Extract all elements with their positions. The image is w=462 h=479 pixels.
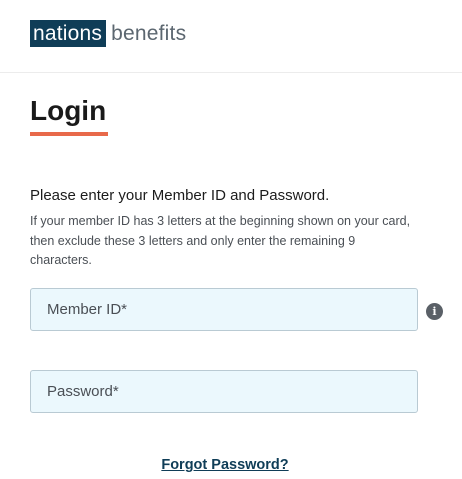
logo-primary-text: nations bbox=[30, 20, 107, 47]
nations-benefits-logo[interactable]: nations benefits bbox=[30, 20, 186, 47]
title-underline bbox=[30, 132, 108, 136]
logo-secondary-text: benefits bbox=[111, 22, 187, 45]
member-id-input[interactable] bbox=[30, 288, 418, 331]
page-title: Login bbox=[30, 95, 107, 126]
forgot-password-link[interactable]: Forgot Password? bbox=[0, 455, 450, 475]
member-id-help-text: If your member ID has 3 letters at the b… bbox=[30, 214, 411, 267]
site-header: nations benefits bbox=[0, 0, 462, 73]
login-page: nations benefits Login Please enter your… bbox=[0, 0, 462, 479]
info-icon[interactable]: i bbox=[426, 303, 443, 320]
password-input[interactable] bbox=[30, 370, 418, 413]
login-instructions: Please enter your Member ID and Password… bbox=[30, 187, 330, 204]
